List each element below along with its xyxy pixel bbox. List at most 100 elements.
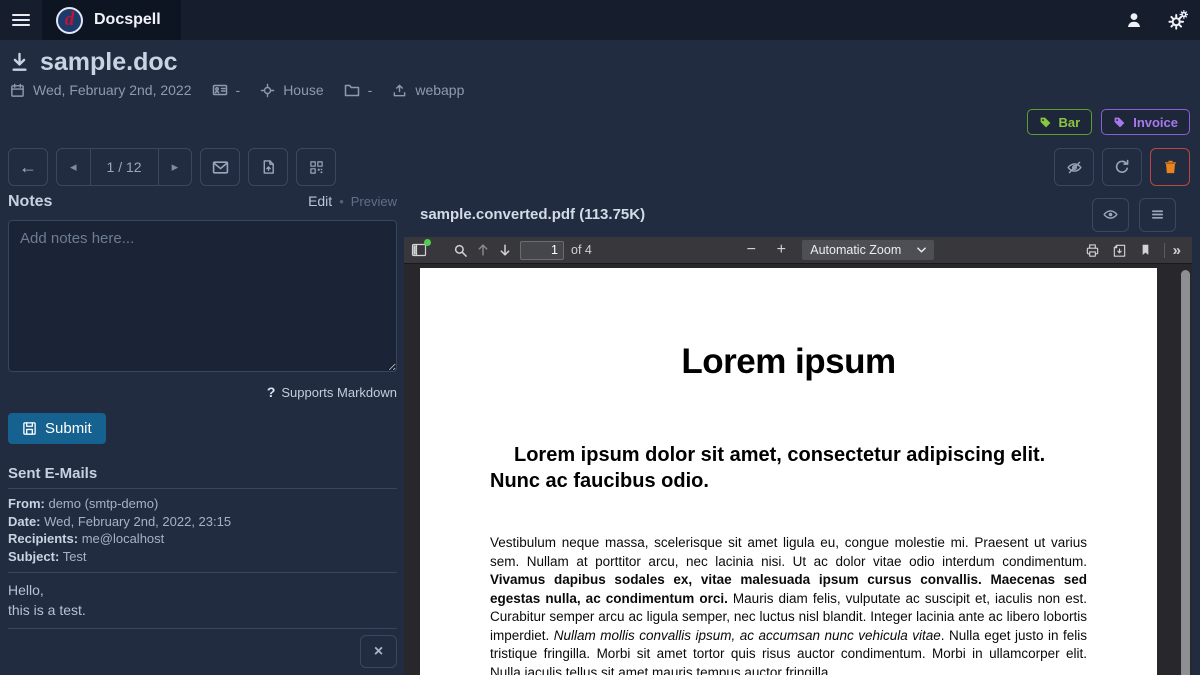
- mail-body-line: Hello,: [8, 582, 44, 598]
- notes-header: Notes Edit • Preview: [8, 193, 397, 211]
- item-date: Wed, February 2nd, 2022: [33, 82, 192, 98]
- page-nav-group: ◂ 1 / 12 ▸: [56, 148, 193, 186]
- mail-recipients-label: Recipients:: [8, 531, 79, 546]
- notes-textarea[interactable]: [8, 220, 397, 372]
- file-upload-icon: [263, 160, 274, 174]
- zoom-out-button[interactable]: −: [742, 241, 760, 259]
- next-page-button[interactable]: ▸: [159, 149, 192, 185]
- hamburger-icon: [12, 11, 30, 29]
- save-icon: [23, 422, 36, 435]
- user-menu-button[interactable]: [1112, 0, 1156, 40]
- hide-sidebar-button[interactable]: [1054, 148, 1094, 186]
- back-button[interactable]: ←: [8, 148, 48, 186]
- send-mail-button[interactable]: [200, 148, 241, 186]
- page-number-input[interactable]: [520, 240, 564, 260]
- page-indicator: 1 / 12: [89, 149, 159, 185]
- pdf-text-segment: Vestibulum neque massa, scelerisque sit …: [490, 535, 1087, 569]
- item-title: sample.doc: [40, 48, 178, 76]
- previous-page-button[interactable]: [476, 243, 490, 257]
- mail-recipients-row: Recipients: me@localhost: [8, 531, 397, 548]
- pdf-text-segment-italic: Nullam mollis convallis ipsum, ac accums…: [553, 627, 941, 643]
- concerning-value: House: [283, 82, 324, 98]
- next-page-button-pdf[interactable]: [498, 243, 512, 257]
- eye-icon: [1103, 210, 1118, 219]
- trash-icon: [1164, 160, 1176, 174]
- close-mail-button[interactable]: ×: [360, 635, 397, 668]
- correspondent-card-icon: [212, 84, 227, 96]
- mail-close-row: ×: [8, 628, 397, 668]
- hamburger-menu-button[interactable]: [0, 0, 42, 40]
- app-root: d Docspell sample.doc Wed, February 2nd,…: [0, 0, 1200, 675]
- tag-bar[interactable]: Bar: [1026, 109, 1093, 135]
- settings-menu-button[interactable]: [1156, 0, 1200, 40]
- mail-body: Hello, this is a test.: [8, 573, 397, 620]
- mail-from-label: From:: [8, 496, 45, 511]
- toolbar-separator: [1163, 242, 1165, 258]
- mail-meta-rows: From: demo (smtp-demo) Date: Wed, Februa…: [8, 489, 397, 565]
- redo-icon: [1115, 159, 1129, 173]
- bookmark-icon: [1142, 244, 1148, 255]
- sent-emails-heading: Sent E-Mails: [8, 465, 397, 489]
- item-meta-row: Wed, February 2nd, 2022 - House - webapp: [10, 82, 464, 98]
- attachment-menu-button[interactable]: [1139, 197, 1176, 232]
- notes-heading: Notes: [8, 193, 53, 210]
- zoom-select[interactable]: Automatic Zoom: [802, 240, 935, 260]
- pdf-doc-subtitle: Lorem ipsum dolor sit amet, consectetur …: [490, 444, 1046, 492]
- source-value: webapp: [415, 82, 465, 98]
- zoom-in-button[interactable]: +: [772, 241, 790, 259]
- qr-code-button[interactable]: [296, 148, 337, 186]
- tag-invoice[interactable]: Invoice: [1101, 109, 1190, 135]
- mail-date-value: Wed, February 2nd, 2022, 23:15: [44, 513, 232, 529]
- attachment-header: sample.converted.pdf (113.75K): [404, 192, 1192, 237]
- source-upload-icon: [393, 84, 406, 96]
- envelope-icon: [212, 160, 228, 174]
- pdf-viewer[interactable]: Lorem ipsum Lorem ipsum dolor sit amet, …: [404, 264, 1192, 675]
- top-navbar: d Docspell: [0, 0, 1200, 40]
- print-button[interactable]: [1085, 243, 1100, 258]
- folder-value: -: [367, 82, 373, 98]
- folder-icon: [344, 84, 359, 97]
- scrollbar-thumb[interactable]: [1181, 270, 1190, 675]
- find-button[interactable]: [453, 243, 468, 258]
- tag-label: Invoice: [1133, 114, 1178, 130]
- toggle-sidebar-button[interactable]: [411, 239, 431, 258]
- submit-notes-button[interactable]: Submit: [8, 413, 106, 444]
- arrow-up-icon: [478, 244, 488, 256]
- preview-toggle-button[interactable]: [1092, 197, 1129, 232]
- delete-button[interactable]: [1150, 148, 1190, 186]
- submit-label: Submit: [45, 420, 92, 437]
- brand[interactable]: d Docspell: [42, 0, 181, 40]
- pdf-page-content: Lorem ipsum Lorem ipsum dolor sit amet, …: [420, 268, 1157, 675]
- tag-label: Bar: [1058, 114, 1081, 130]
- navbar-spacer: [181, 0, 1112, 40]
- pdfjs-toolbar: of 4 − + Automatic Zoom: [404, 237, 1192, 264]
- mail-recipients-value: me@localhost: [81, 531, 165, 546]
- reprocess-button[interactable]: [1102, 148, 1142, 186]
- notification-dot: [424, 239, 431, 246]
- mail-subject-value: Test: [62, 548, 87, 564]
- download-button[interactable]: [1112, 243, 1127, 258]
- notes-preview-tab[interactable]: Preview: [351, 194, 397, 209]
- markdown-hint[interactable]: ? Supports Markdown: [8, 384, 397, 400]
- more-tools-button[interactable]: »: [1173, 242, 1181, 259]
- mode-separator-dot: •: [339, 194, 344, 209]
- current-view-button[interactable]: [1139, 243, 1152, 257]
- prev-page-button[interactable]: ◂: [57, 149, 90, 185]
- zoom-select-value: Automatic Zoom: [810, 243, 902, 257]
- search-icon: [454, 244, 467, 257]
- correspondent-value: -: [235, 82, 241, 98]
- notes-edit-tab[interactable]: Edit: [308, 193, 332, 209]
- mail-subject-row: Subject: Test: [8, 549, 397, 566]
- page-count-label: of 4: [571, 243, 592, 257]
- pdf-page: Lorem ipsum Lorem ipsum dolor sit amet, …: [420, 268, 1157, 675]
- mail-from-value: demo (smtp-demo): [48, 496, 159, 511]
- calendar-icon: [11, 83, 24, 97]
- question-icon: ?: [266, 384, 276, 400]
- mail-date-label: Date:: [8, 513, 41, 529]
- add-files-button[interactable]: [248, 148, 289, 186]
- sent-emails-section: Sent E-Mails From: demo (smtp-demo) Date…: [8, 465, 397, 668]
- eye-slash-icon: [1066, 161, 1082, 173]
- attachment-panel: sample.converted.pdf (113.75K) 1 of 4 − …: [404, 192, 1192, 675]
- item-title-row: sample.doc: [9, 48, 178, 77]
- mail-subject-label: Subject:: [8, 548, 60, 564]
